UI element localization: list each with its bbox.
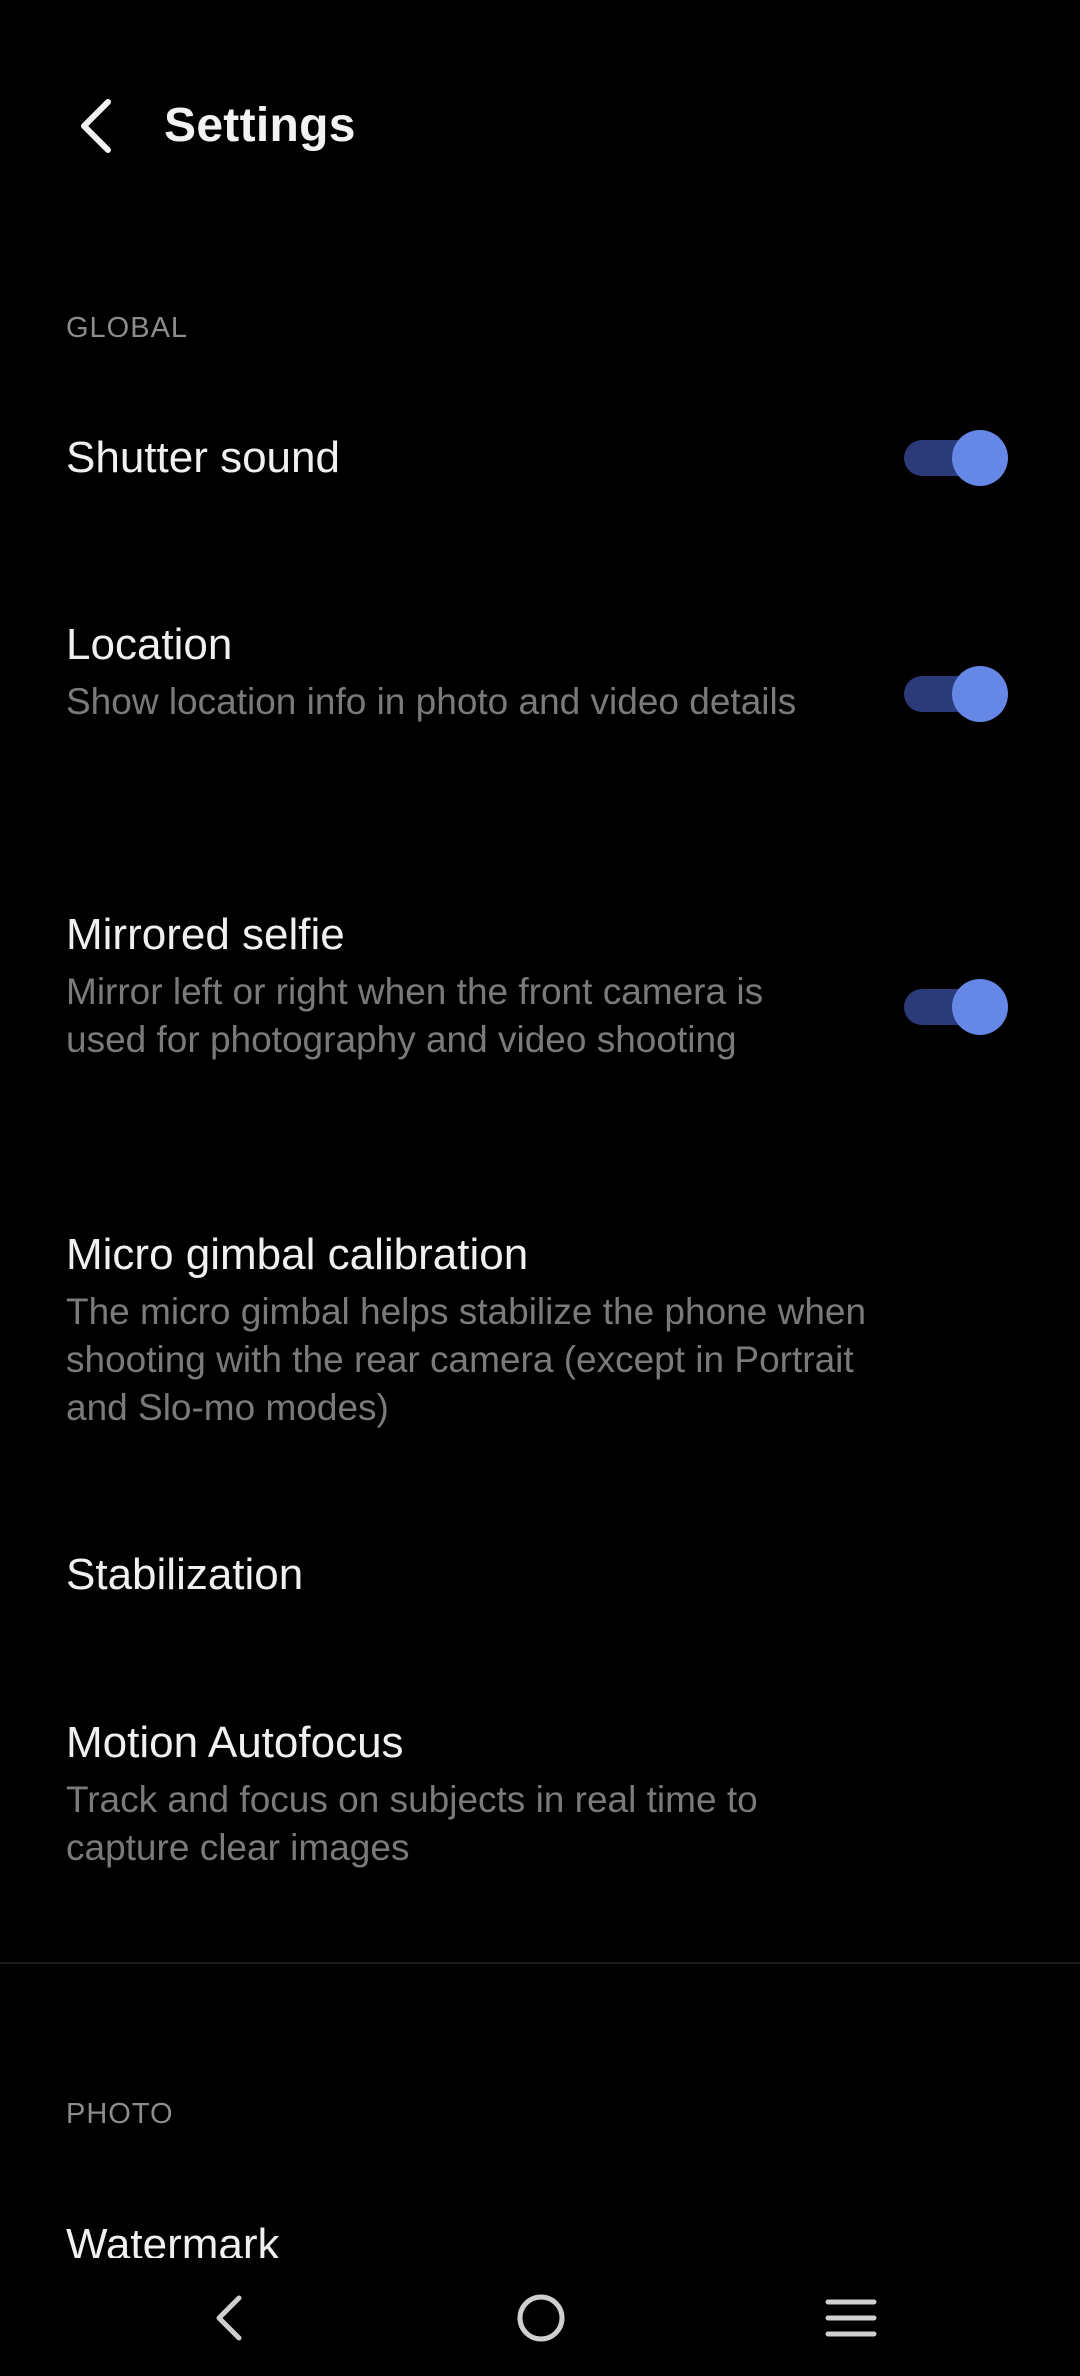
setting-subtitle: Mirror left or right when the front came… xyxy=(66,971,764,1060)
setting-mirrored-selfie[interactable]: Mirrored selfie Mirror left or right whe… xyxy=(0,890,1080,1130)
setting-micro-gimbal-calibration[interactable]: Micro gimbal calibration The micro gimba… xyxy=(0,1210,1080,1450)
nav-home-button[interactable] xyxy=(496,2278,586,2358)
setting-motion-autofocus[interactable]: Motion Autofocus Track and focus on subj… xyxy=(0,1698,1080,1898)
shutter-sound-toggle[interactable] xyxy=(904,430,1008,486)
section-divider xyxy=(0,1962,1080,1964)
setting-title: Motion Autofocus xyxy=(66,1718,404,1767)
setting-title: Micro gimbal calibration xyxy=(66,1230,529,1279)
top-app-bar: Settings xyxy=(0,60,1080,200)
location-toggle[interactable] xyxy=(904,666,1008,722)
page-title: Settings xyxy=(164,99,356,152)
setting-watermark[interactable]: Watermark xyxy=(0,2200,1080,2258)
circle-home-icon xyxy=(517,2294,565,2342)
settings-list: Settings GLOBAL Shutter sound Location S… xyxy=(0,0,1080,2258)
setting-title: Location xyxy=(66,620,233,669)
setting-subtitle: The micro gimbal helps stabilize the pho… xyxy=(66,1291,867,1428)
setting-title: Stabilization xyxy=(66,1550,304,1599)
triangle-back-icon xyxy=(216,2295,242,2341)
section-label-global: GLOBAL xyxy=(66,312,189,344)
nav-menu-button[interactable] xyxy=(806,2278,896,2358)
setting-location[interactable]: Location Show location info in photo and… xyxy=(0,600,1080,790)
chevron-left-icon xyxy=(81,99,111,153)
back-button[interactable] xyxy=(60,90,132,162)
hamburger-menu-icon xyxy=(825,2299,877,2337)
setting-title: Shutter sound xyxy=(66,433,340,482)
setting-subtitle: Track and focus on subjects in real time… xyxy=(66,1779,758,1868)
toggle-knob xyxy=(952,666,1008,722)
setting-stabilization[interactable]: Stabilization xyxy=(0,1530,1080,1650)
setting-title: Mirrored selfie xyxy=(66,910,345,959)
setting-title: Watermark xyxy=(66,2220,280,2258)
toggle-knob xyxy=(952,979,1008,1035)
toggle-knob xyxy=(952,430,1008,486)
nav-back-button[interactable] xyxy=(184,2278,274,2358)
setting-shutter-sound[interactable]: Shutter sound xyxy=(0,400,1080,520)
mirrored-selfie-toggle[interactable] xyxy=(904,979,1008,1035)
system-navigation-bar xyxy=(0,2258,1080,2376)
section-label-photo: PHOTO xyxy=(66,2098,174,2130)
setting-subtitle: Show location info in photo and video de… xyxy=(66,681,797,722)
